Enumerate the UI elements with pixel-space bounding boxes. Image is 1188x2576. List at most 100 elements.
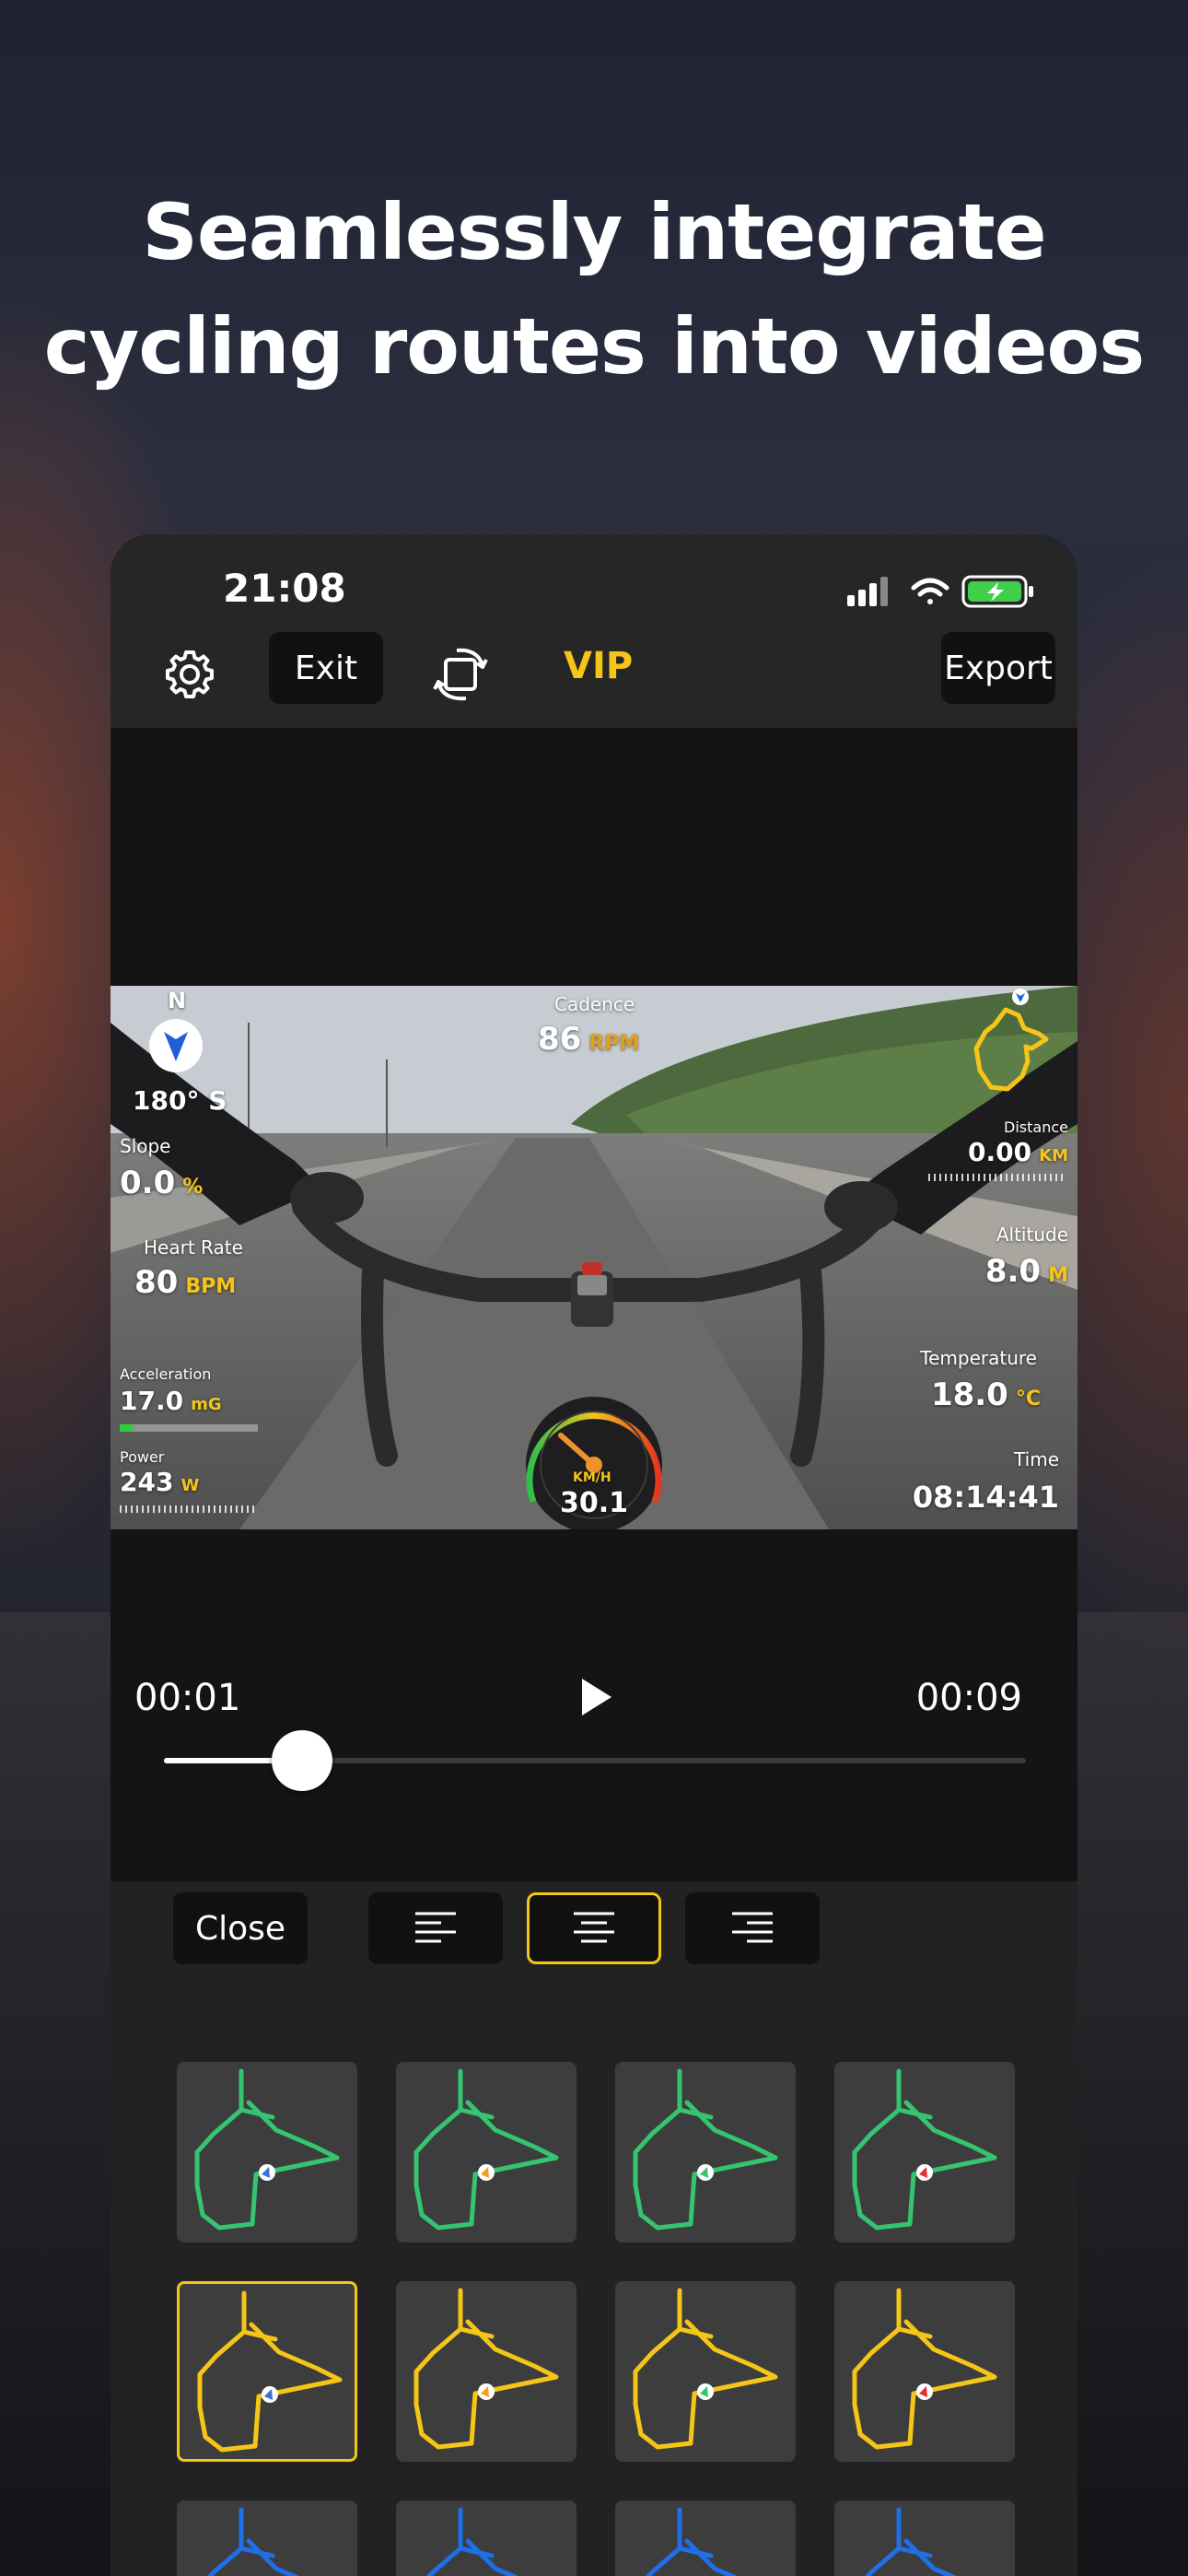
heart-rate-unit: BPM <box>185 1275 237 1298</box>
power-label: Power <box>120 1448 165 1466</box>
acceleration-readout: 17.0 mG <box>120 1386 222 1416</box>
route-style-tile[interactable] <box>396 2281 577 2462</box>
acceleration-unit: mG <box>191 1395 222 1414</box>
gear-icon[interactable] <box>162 647 217 702</box>
route-style-tile[interactable] <box>396 2500 577 2576</box>
time-label: Time <box>1014 1448 1059 1470</box>
route-preview-icon <box>852 2288 997 2450</box>
time-value: 08:14:41 <box>912 1480 1059 1515</box>
altitude-unit: M <box>1048 1264 1068 1287</box>
slope-label: Slope <box>120 1135 171 1157</box>
route-style-tile[interactable] <box>834 2281 1015 2462</box>
temperature-unit: °C <box>1015 1388 1041 1411</box>
battery-charging-icon <box>961 575 1033 608</box>
heart-rate-value: 80 <box>134 1264 179 1301</box>
export-button[interactable]: Export <box>941 632 1055 704</box>
align-button-1[interactable] <box>368 1892 503 1964</box>
playback-controls: 00:01 00:09 <box>111 1529 1077 1806</box>
compass-north-label: N <box>168 988 187 1013</box>
route-preview-icon <box>197 2290 343 2453</box>
power-bar <box>120 1505 258 1513</box>
route-style-tile[interactable] <box>834 2062 1015 2242</box>
route-preview-icon <box>426 2507 519 2576</box>
route-preview-icon <box>413 2068 559 2231</box>
route-style-tile[interactable] <box>177 2062 357 2242</box>
route-preview-icon <box>413 2288 559 2450</box>
route-preview-icon <box>633 2288 778 2450</box>
cadence-value: 86 <box>538 1021 582 1058</box>
compass-icon <box>149 1019 203 1072</box>
route-style-tile[interactable] <box>177 2281 357 2462</box>
wifi-icon <box>911 578 949 604</box>
heart-rate-readout: 80 BPM <box>134 1264 236 1301</box>
power-readout: 243 W <box>120 1467 199 1497</box>
align-center-icon <box>574 1912 614 1943</box>
slope-unit: % <box>182 1176 204 1199</box>
cadence-label: Cadence <box>554 993 635 1015</box>
vip-button[interactable]: VIP <box>564 645 633 687</box>
exit-button[interactable]: Exit <box>269 632 383 704</box>
route-style-tile[interactable] <box>396 2062 577 2242</box>
distance-value: 0.00 <box>968 1137 1032 1167</box>
video-preview[interactable]: N 180° S Cadence 86 RPM Slope 0.0% Heart … <box>111 986 1077 1529</box>
end-time: 00:09 <box>915 1677 1022 1719</box>
heart-rate-label: Heart Rate <box>144 1236 243 1259</box>
route-preview-icon <box>194 2068 340 2231</box>
speed-unit: KM/H <box>573 1470 611 1485</box>
distance-readout: 0.00 KM <box>968 1137 1068 1167</box>
align-button-2[interactable] <box>527 1892 661 1964</box>
distance-unit: KM <box>1039 1146 1068 1165</box>
status-time: 21:08 <box>223 566 346 611</box>
route-preview-icon <box>633 2068 778 2231</box>
temperature-label: Temperature <box>920 1347 1037 1369</box>
status-icons <box>847 575 1033 608</box>
route-style-tile[interactable] <box>615 2062 796 2242</box>
cadence-unit: RPM <box>588 1032 640 1055</box>
slope-value: 0.0 <box>120 1165 176 1201</box>
headline: Seamlessly integrate cycling routes into… <box>0 175 1188 404</box>
play-icon[interactable] <box>578 1677 615 1717</box>
heading-value: 180° S <box>133 1085 227 1116</box>
timeline-slider[interactable] <box>164 1730 1026 1791</box>
route-preview-icon <box>865 2507 958 2576</box>
phone-screen: 21:08 Exit VIP Export N 180° S Cadence 8… <box>111 534 1077 2576</box>
route-preview-icon <box>646 2507 739 2576</box>
rotate-icon[interactable] <box>429 641 494 706</box>
distance-bar <box>928 1174 1066 1181</box>
altitude-value: 8.0 <box>984 1253 1042 1290</box>
altitude-label: Altitude <box>996 1224 1068 1246</box>
route-style-tile[interactable] <box>834 2500 1015 2576</box>
align-left-icon <box>415 1912 456 1943</box>
route-preview-icon <box>207 2507 300 2576</box>
route-style-tile[interactable] <box>177 2500 357 2576</box>
close-button[interactable]: Close <box>173 1892 308 1964</box>
status-bar: 21:08 <box>111 534 1077 626</box>
current-time: 00:01 <box>134 1677 241 1719</box>
route-style-panel: Close <box>111 1881 1077 2576</box>
headline-line-1: Seamlessly integrate <box>142 187 1046 277</box>
signal-icon <box>847 577 888 606</box>
align-button-3[interactable] <box>685 1892 820 1964</box>
acceleration-label: Acceleration <box>120 1365 212 1383</box>
route-style-tile[interactable] <box>615 2500 796 2576</box>
video-scene <box>111 986 1077 1529</box>
toolbar: Exit VIP Export <box>111 626 1077 728</box>
temperature-readout: 18.0 °C <box>931 1376 1041 1413</box>
route-preview-icon <box>852 2068 997 2231</box>
power-value: 243 <box>120 1467 174 1497</box>
slope-readout: 0.0% <box>120 1165 203 1201</box>
cadence-readout: 86 RPM <box>538 1021 639 1058</box>
speed-value: 30.1 <box>560 1487 629 1519</box>
power-unit: W <box>181 1476 200 1495</box>
temperature-value: 18.0 <box>930 1376 1008 1413</box>
acceleration-value: 17.0 <box>120 1386 184 1416</box>
mini-route-map <box>973 989 1049 1092</box>
acceleration-bar <box>120 1424 258 1432</box>
route-style-tile[interactable] <box>615 2281 796 2462</box>
distance-label: Distance <box>1004 1118 1068 1136</box>
altitude-readout: 8.0 M <box>985 1253 1068 1290</box>
acceleration-bar-fill <box>120 1424 133 1432</box>
timeline-thumb[interactable] <box>271 1730 332 1791</box>
align-right-icon <box>732 1912 773 1943</box>
headline-line-2: cycling routes into videos <box>43 301 1145 392</box>
